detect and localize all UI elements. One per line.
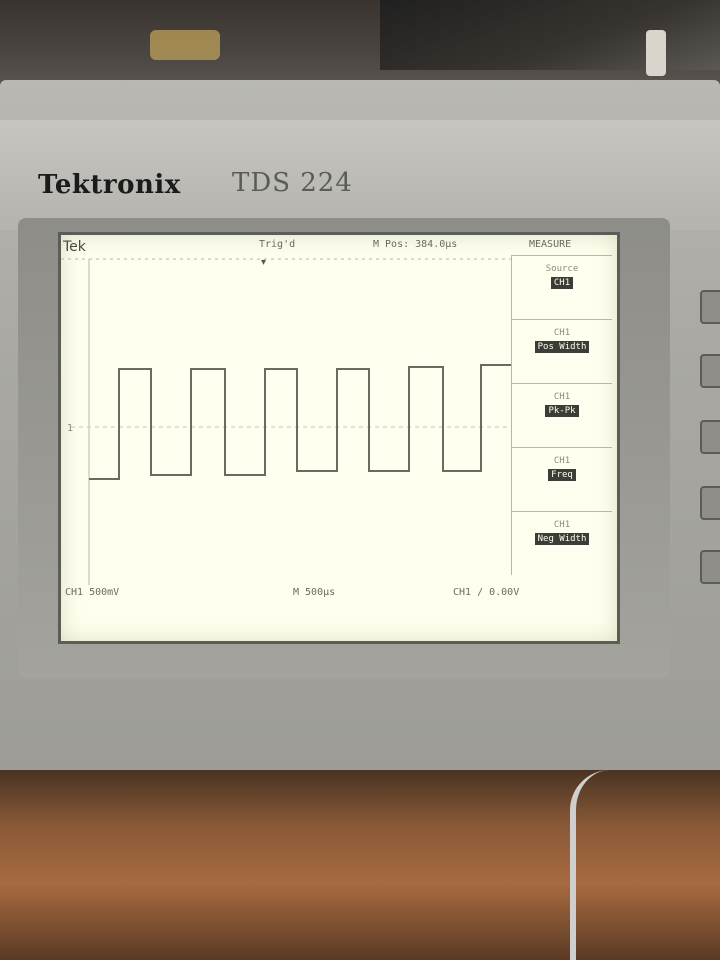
menu-slot-5[interactable]: CH1 Neg Width	[512, 511, 612, 545]
menu-slot-3[interactable]: CH1 Pk-Pk	[512, 383, 612, 417]
menu-button-3[interactable]	[700, 420, 720, 454]
time-scale: M 500µs	[293, 587, 336, 598]
menu-slot-value: Neg Width	[534, 533, 590, 545]
cable-clip	[646, 30, 666, 76]
background-object	[150, 30, 220, 60]
menu-slot-label: CH1	[553, 392, 571, 402]
side-menu: Source CH1 CH1 Pos Width CH1 Pk-Pk CH1 F…	[511, 255, 612, 575]
menu-slot-2[interactable]: CH1 Pos Width	[512, 319, 612, 353]
channel-scale: CH1 500mV	[65, 587, 120, 598]
menu-slot-value: CH1	[550, 277, 574, 289]
menu-slot-label: CH1	[553, 328, 571, 338]
menu-button-2[interactable]	[700, 354, 720, 388]
model-name: TDS 224	[232, 168, 353, 198]
square-wave-trace	[89, 364, 511, 480]
menu-button-1[interactable]	[700, 290, 720, 324]
trigger-level: CH1 / 0.00V	[453, 587, 520, 598]
waveform-display: 1 ▾	[61, 257, 511, 585]
menu-slot-1[interactable]: Source CH1	[512, 255, 612, 289]
background-object	[380, 0, 720, 70]
brand-logo: Tektronix	[38, 170, 181, 200]
background-shelf	[0, 0, 720, 90]
menu-slot-label: Source	[545, 264, 579, 274]
menu-button-4[interactable]	[700, 486, 720, 520]
ground-marker: 1	[67, 423, 73, 434]
menu-slot-label: CH1	[553, 456, 571, 466]
menu-slot-label: CH1	[553, 520, 571, 530]
menu-slot-value: Freq	[548, 469, 576, 481]
menu-slot-value: Pk-Pk	[545, 405, 579, 417]
menu-slot-4[interactable]: CH1 Freq	[512, 447, 612, 481]
oscilloscope-screen: Tek Trig'd M Pos: 384.0µs MEASURE 1 ▾ So…	[58, 232, 620, 644]
menu-slot-value: Pos Width	[534, 341, 590, 353]
probe-cable	[570, 770, 616, 960]
trigger-position-marker: ▾	[261, 257, 266, 268]
menu-button-5[interactable]	[700, 550, 720, 584]
menu-title: MEASURE	[529, 239, 572, 250]
